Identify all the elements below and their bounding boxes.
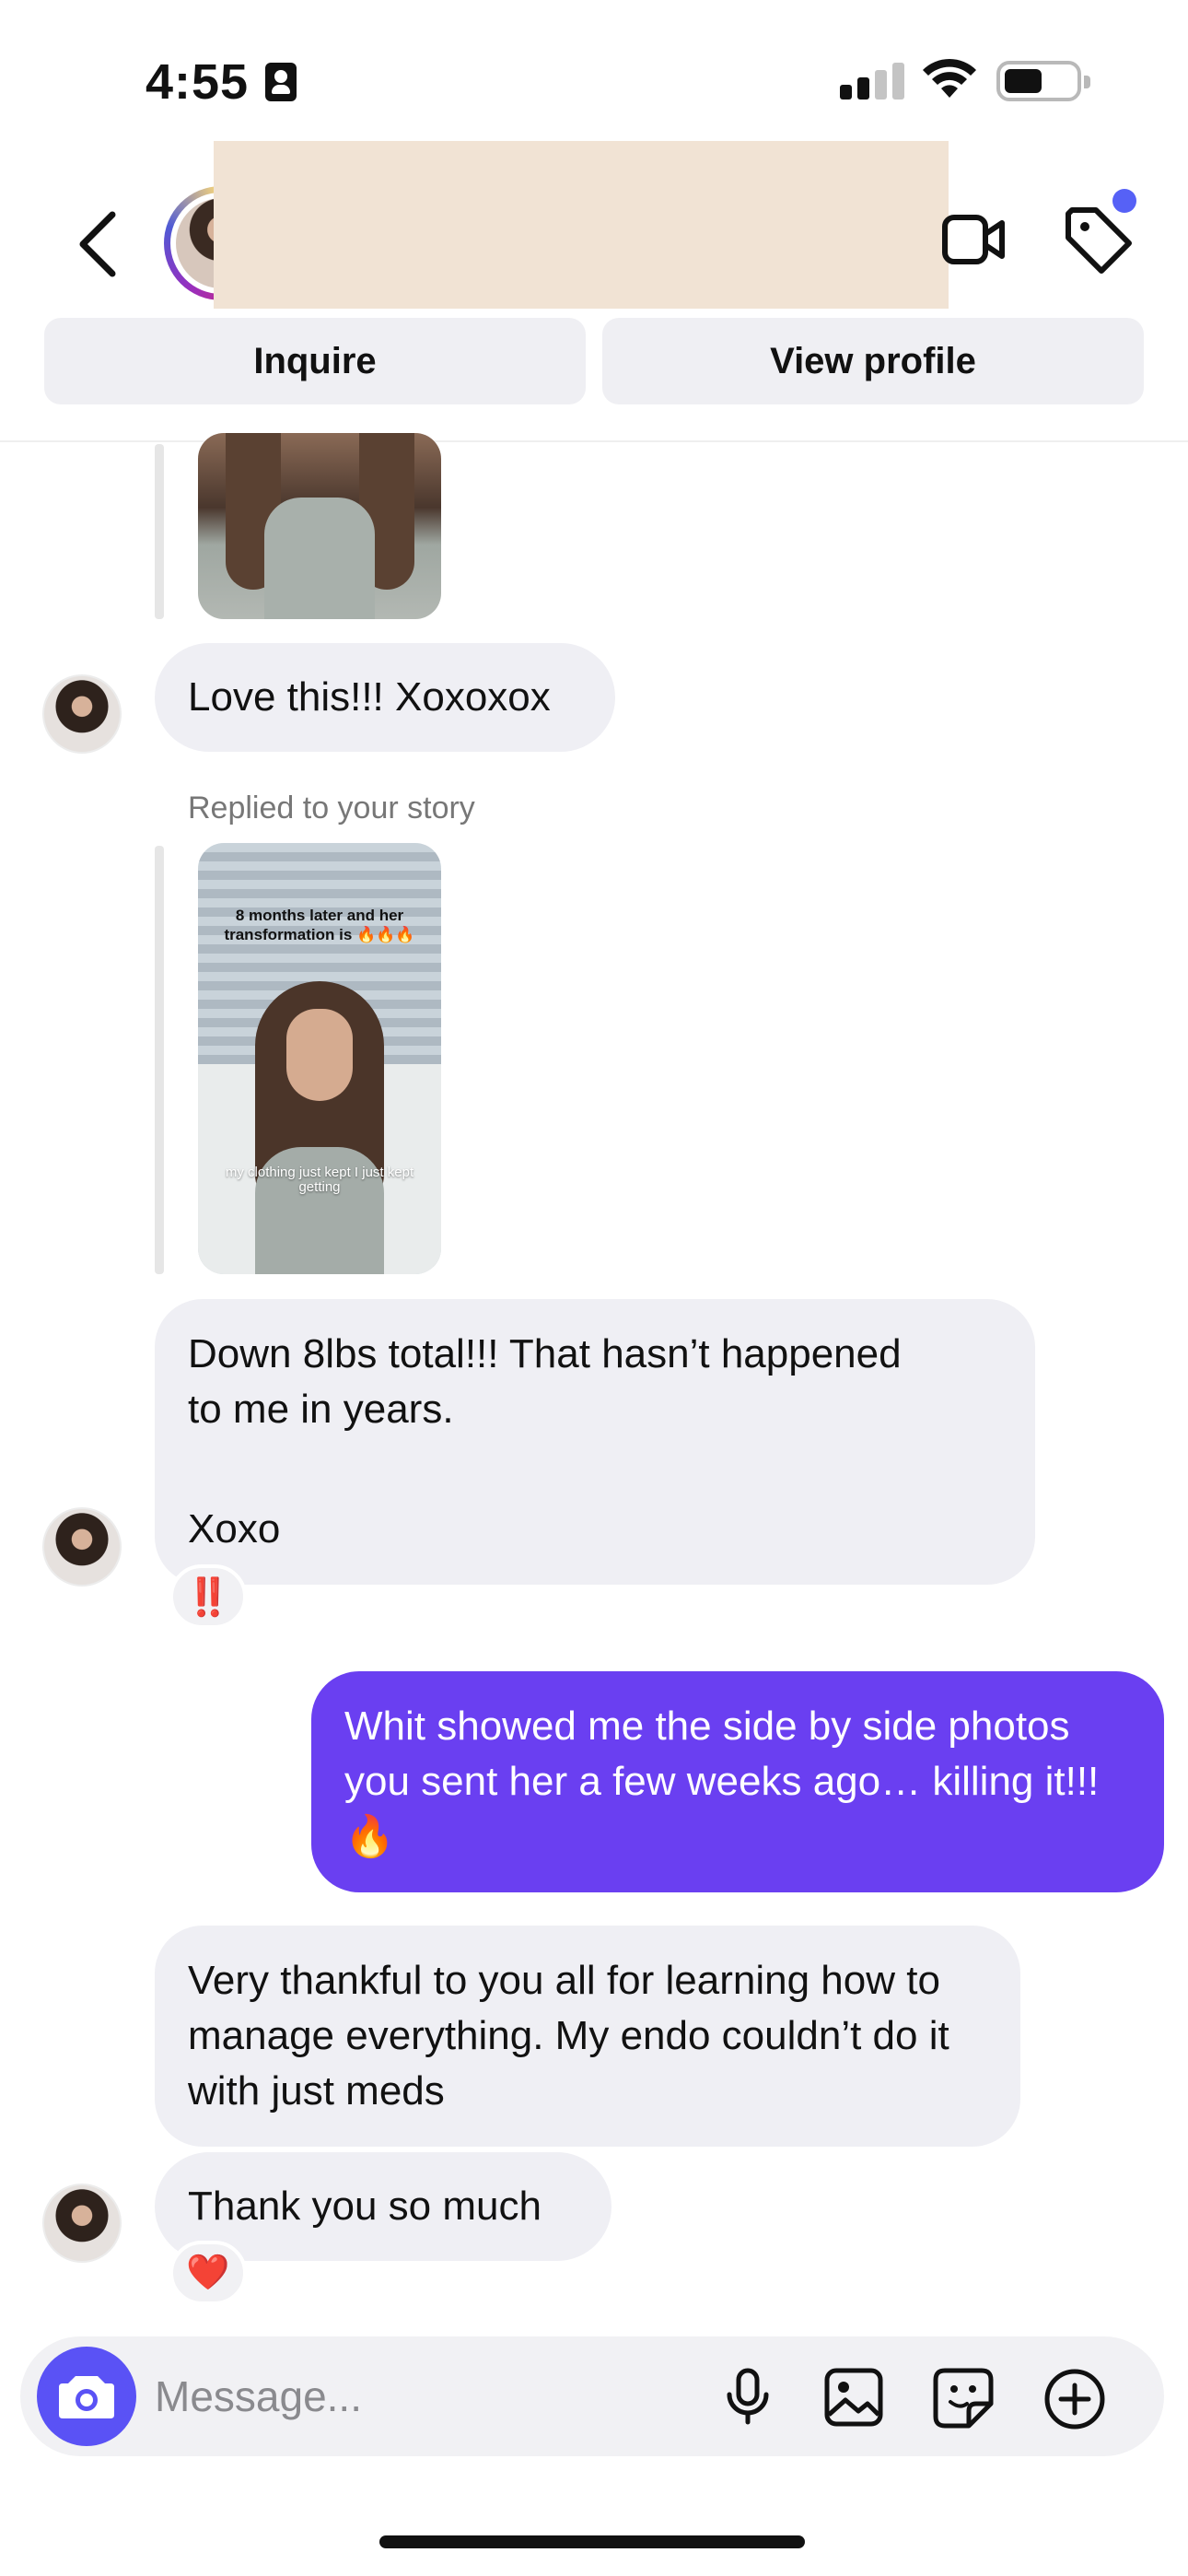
video-camera-icon[interactable] [941, 210, 1007, 269]
tag-icon[interactable] [1061, 203, 1135, 276]
inquire-button[interactable]: Inquire [44, 318, 586, 404]
message-text: Very thankful to you all for learning ho… [188, 1958, 949, 2113]
avatar[interactable] [42, 2184, 122, 2263]
message-text: Down 8lbs total!!! That hasn’t happened [188, 1331, 902, 1376]
message-text: Love this!!! Xoxoxox [188, 674, 551, 720]
message-text: Whit showed me the side by side photos y… [344, 1704, 1100, 1859]
microphone-icon[interactable] [718, 2367, 777, 2426]
story-caption: my clothing just kept I just kept gettin… [225, 1165, 414, 1195]
gallery-icon[interactable] [823, 2367, 884, 2428]
chat-header: Inquire View profile [0, 138, 1188, 442]
story-reply-bar [155, 444, 164, 619]
story-thumbnail[interactable]: 8 months later and her transformation is… [198, 843, 441, 1274]
message-text: to me in years. [188, 1387, 454, 1432]
incoming-message[interactable]: Very thankful to you all for learning ho… [155, 1926, 1020, 2147]
incoming-message[interactable]: Down 8lbs total!!! That hasn’t happened … [155, 1299, 1035, 1585]
outgoing-message[interactable]: Whit showed me the side by side photos y… [311, 1671, 1164, 1892]
wifi-icon [923, 58, 976, 98]
status-bar: 4:55 [0, 0, 1188, 138]
camera-button[interactable] [37, 2347, 136, 2446]
cellular-signal-icon [840, 63, 904, 100]
story-reply-bar [155, 846, 164, 1274]
message-reaction[interactable]: ❤️ [169, 2241, 247, 2305]
avatar[interactable] [42, 1507, 122, 1587]
story-thumbnail[interactable] [198, 433, 441, 619]
home-indicator[interactable] [379, 2535, 805, 2548]
notification-dot [1112, 189, 1136, 213]
add-circle-icon[interactable] [1042, 2367, 1107, 2431]
redacted-contact-name [214, 141, 949, 309]
camera-icon [59, 2376, 114, 2418]
message-reaction[interactable]: ‼️ [169, 1564, 247, 1629]
id-card-icon [265, 63, 297, 101]
view-profile-button[interactable]: View profile [602, 318, 1144, 404]
message-composer [20, 2336, 1164, 2456]
sticker-icon[interactable] [932, 2367, 995, 2430]
story-reply-label: Replied to your story [188, 790, 475, 825]
battery-icon [996, 61, 1090, 101]
message-text: Thank you so much [188, 2184, 542, 2229]
avatar[interactable] [42, 674, 122, 754]
incoming-message[interactable]: Love this!!! Xoxoxox [155, 643, 615, 752]
status-time: 4:55 [146, 54, 250, 110]
chevron-left-icon[interactable] [74, 207, 129, 281]
story-caption: 8 months later and her transformation is… [224, 907, 415, 943]
message-input[interactable] [155, 2357, 707, 2436]
message-text: Xoxo [188, 1506, 281, 1551]
